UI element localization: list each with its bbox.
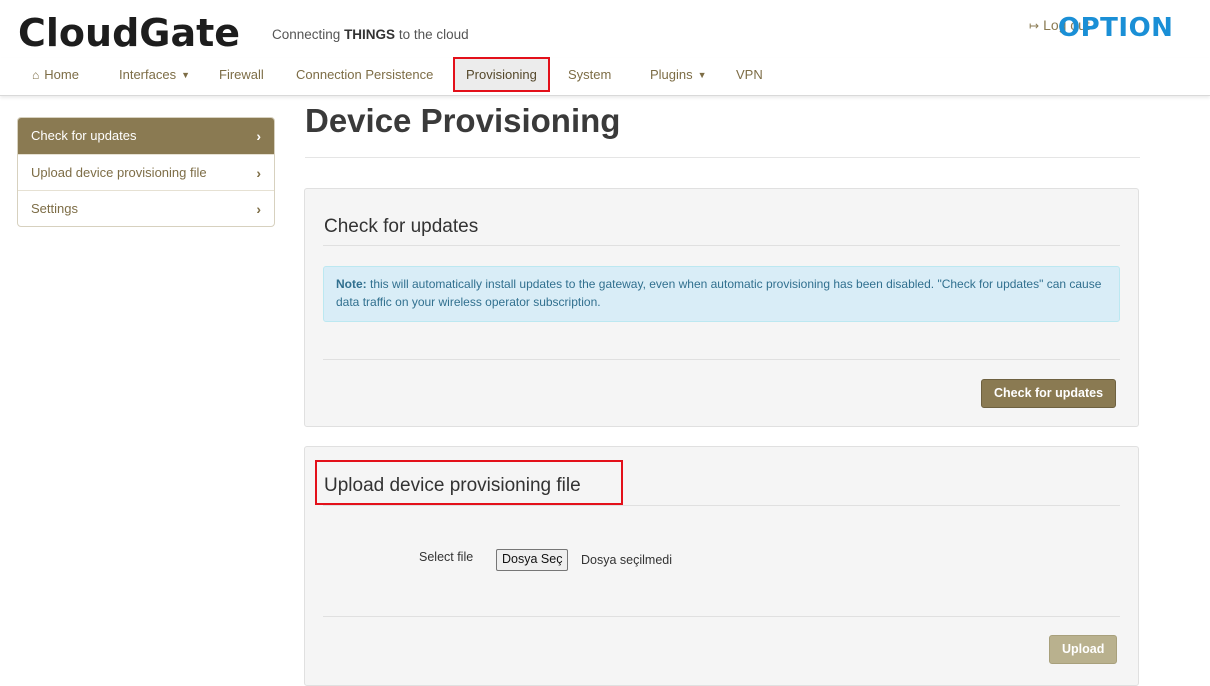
file-status: Dosya seçilmedi (581, 553, 673, 567)
sidebar-item-upload-provisioning-file[interactable]: Upload device provisioning file › (18, 154, 274, 190)
nav-vpn[interactable]: VPN (736, 58, 763, 92)
divider (323, 245, 1120, 246)
divider (323, 616, 1120, 617)
divider (305, 157, 1140, 158)
nav-firewall[interactable]: Firewall (219, 58, 264, 92)
caret-down-icon: ▼ (697, 70, 707, 80)
main-nav: ⌂ Home Interfaces ▼ Firewall Connection Pe… (0, 57, 1210, 96)
logout-icon: ↦ (1029, 19, 1040, 33)
upload-button[interactable]: Upload (1049, 635, 1118, 664)
info-alert: Note: this will automatically install up… (323, 266, 1120, 322)
nav-system[interactable]: System (568, 58, 611, 92)
divider (323, 505, 1120, 506)
highlight-box: Upload device provisioning file (315, 460, 623, 505)
choose-file-button[interactable]: Dosya Seç (496, 549, 569, 571)
divider (323, 359, 1120, 360)
option-logo: OPTION (1058, 13, 1174, 43)
page-title: Device Provisioning (305, 102, 621, 139)
panel-heading: Check for updates (324, 216, 479, 237)
nav-connection-persistence[interactable]: Connection Persistence (296, 58, 433, 92)
sidebar-item-check-for-updates[interactable]: Check for updates › (18, 118, 274, 154)
nav-interfaces[interactable]: Interfaces ▼ (119, 58, 190, 92)
caret-down-icon: ▼ (181, 70, 191, 80)
select-file-label: Select file (419, 550, 474, 564)
nav-plugins[interactable]: Plugins ▼ (650, 58, 707, 92)
home-icon: ⌂ (32, 68, 40, 82)
sidebar-item-settings[interactable]: Settings › (18, 190, 274, 226)
tagline: Connecting THINGS to the cloud (272, 27, 469, 42)
header: CloudGate Connecting THINGS to the cloud… (0, 0, 1210, 58)
check-for-updates-button[interactable]: Check for updates (981, 379, 1117, 408)
upload-panel: Upload device provisioning file Select f… (304, 446, 1139, 686)
sidebar: Check for updates › Upload device provisi… (17, 117, 275, 227)
chevron-right-icon: › (256, 128, 261, 144)
chevron-right-icon: › (256, 165, 261, 181)
cloudgate-logo: CloudGate (18, 11, 241, 55)
nav-home[interactable]: ⌂ Home (32, 58, 79, 92)
nav-provisioning[interactable]: Provisioning (453, 57, 550, 92)
chevron-right-icon: › (256, 201, 261, 217)
check-updates-panel: Check for updates Note: this will automa… (304, 188, 1139, 427)
panel-heading: Upload device provisioning file (324, 475, 581, 496)
